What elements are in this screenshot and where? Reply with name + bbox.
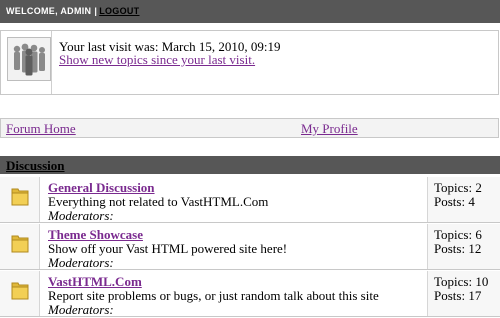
last-visit-panel: Your last visit was: March 15, 2010, 09:… — [0, 30, 499, 95]
forum-stats-cell: Topics: 10 Posts: 17 — [428, 271, 500, 316]
welcome-text: WELCOME, ADMIN — [6, 6, 92, 16]
forum-moderators: Moderators: — [48, 302, 114, 317]
forum-nav-bar: Forum Home My Profile — [0, 118, 499, 138]
new-topics-link[interactable]: Show new topics since your last visit. — [59, 52, 255, 68]
forum-main-cell: General Discussion Everything not relate… — [40, 177, 428, 223]
welcome-area: WELCOME, ADMIN | LOGOUT — [6, 6, 139, 16]
forum-icon-cell — [0, 177, 40, 222]
forum-row: Theme Showcase Show off your Vast HTML p… — [0, 224, 500, 270]
folder-icon — [11, 188, 29, 206]
avatar-divider — [51, 31, 52, 94]
forum-moderators: Moderators: — [48, 208, 114, 223]
forum-icon-cell — [0, 224, 40, 269]
forum-row: General Discussion Everything not relate… — [0, 177, 500, 223]
forum-main-cell: VastHTML.Com Report site problems or bug… — [40, 271, 428, 317]
forum-main-cell: Theme Showcase Show off your Vast HTML p… — [40, 224, 428, 270]
forum-home-link[interactable]: Forum Home — [6, 121, 76, 137]
my-profile-link[interactable]: My Profile — [301, 121, 358, 137]
forum-icon-cell — [0, 271, 40, 316]
logout-link[interactable]: LOGOUT — [99, 6, 139, 16]
forum-stats-cell: Topics: 2 Posts: 4 — [428, 177, 500, 222]
category-title-link[interactable]: Discussion — [6, 158, 65, 174]
folder-icon — [11, 282, 29, 300]
folder-icon — [11, 235, 29, 253]
forum-moderators: Moderators: — [48, 255, 114, 270]
forum-row: VastHTML.Com Report site problems or bug… — [0, 271, 500, 317]
posts-count: Posts: 12 — [434, 241, 482, 256]
users-group-icon — [7, 37, 51, 81]
top-bar: WELCOME, ADMIN | LOGOUT — [0, 0, 500, 23]
forum-stats-cell: Topics: 6 Posts: 12 — [428, 224, 500, 269]
category-header: Discussion — [0, 156, 500, 174]
posts-count: Posts: 17 — [434, 288, 482, 303]
header-separator: | — [94, 6, 98, 16]
posts-count: Posts: 4 — [434, 194, 475, 209]
